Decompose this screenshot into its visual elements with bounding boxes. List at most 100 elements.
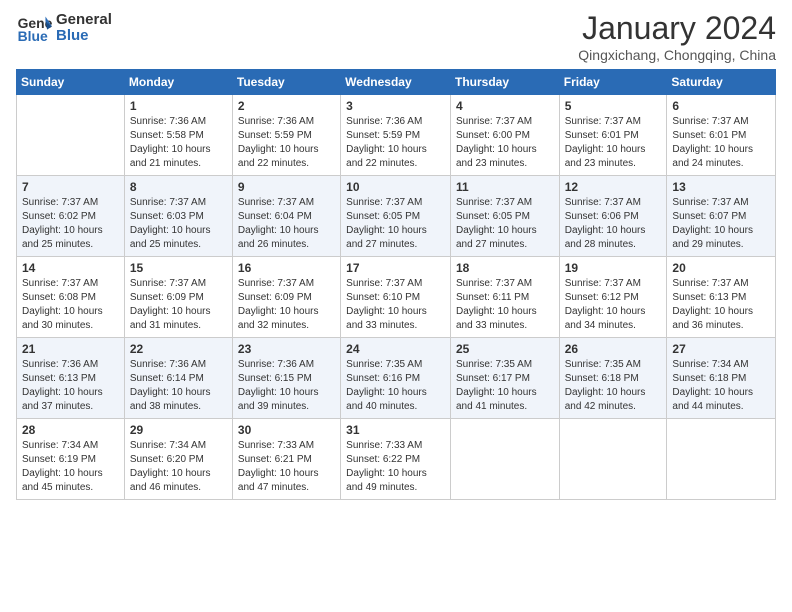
logo-blue: Blue <box>56 28 112 45</box>
svg-text:Blue: Blue <box>18 28 48 44</box>
day-info: Sunrise: 7:37 AMSunset: 6:05 PMDaylight:… <box>456 196 554 252</box>
col-tuesday: Tuesday <box>232 70 340 95</box>
day-number: 9 <box>238 180 335 194</box>
col-monday: Monday <box>124 70 232 95</box>
day-info: Sunrise: 7:36 AMSunset: 6:13 PMDaylight:… <box>22 358 119 414</box>
day-number: 27 <box>672 342 770 356</box>
calendar-cell-w3-d2: 15 Sunrise: 7:37 AMSunset: 6:09 PMDayligh… <box>124 257 232 338</box>
calendar-cell-w1-d5: 4 Sunrise: 7:37 AMSunset: 6:00 PMDaylight… <box>450 95 559 176</box>
calendar-cell-w1-d3: 2 Sunrise: 7:36 AMSunset: 5:59 PMDaylight… <box>232 95 340 176</box>
day-number: 16 <box>238 261 335 275</box>
day-number: 30 <box>238 423 335 437</box>
day-info: Sunrise: 7:35 AMSunset: 6:18 PMDaylight:… <box>565 358 662 414</box>
day-info: Sunrise: 7:34 AMSunset: 6:19 PMDaylight:… <box>22 439 119 495</box>
calendar-cell-w3-d1: 14 Sunrise: 7:37 AMSunset: 6:08 PMDayligh… <box>17 257 125 338</box>
day-number: 25 <box>456 342 554 356</box>
col-sunday: Sunday <box>17 70 125 95</box>
day-info: Sunrise: 7:34 AMSunset: 6:18 PMDaylight:… <box>672 358 770 414</box>
page: General Blue General Blue January 2024 Q… <box>0 0 792 612</box>
calendar-cell-w1-d7: 6Sunrise: 7:37 AMSunset: 6:01 PMDaylight… <box>667 95 776 176</box>
day-info: Sunrise: 7:37 AMSunset: 6:13 PMDaylight:… <box>672 277 770 333</box>
calendar-table: Sunday Monday Tuesday Wednesday Thursday… <box>16 69 776 500</box>
logo-icon: General Blue <box>16 10 52 46</box>
calendar-cell-w2-d7: 13Sunrise: 7:37 AMSunset: 6:07 PMDayligh… <box>667 176 776 257</box>
day-number: 21 <box>22 342 119 356</box>
day-info: Sunrise: 7:33 AMSunset: 6:22 PMDaylight:… <box>346 439 445 495</box>
calendar-header-row: Sunday Monday Tuesday Wednesday Thursday… <box>17 70 776 95</box>
calendar-cell-w4-d5: 25 Sunrise: 7:35 AMSunset: 6:17 PMDayligh… <box>450 338 559 419</box>
day-number: 26 <box>565 342 662 356</box>
calendar-cell-w3-d3: 16 Sunrise: 7:37 AMSunset: 6:09 PMDayligh… <box>232 257 340 338</box>
col-friday: Friday <box>559 70 667 95</box>
calendar-week-4: 21 Sunrise: 7:36 AMSunset: 6:13 PMDayligh… <box>17 338 776 419</box>
calendar-cell-w3-d4: 17 Sunrise: 7:37 AMSunset: 6:10 PMDayligh… <box>341 257 451 338</box>
day-info: Sunrise: 7:37 AMSunset: 6:01 PMDaylight:… <box>565 115 662 171</box>
month-title: January 2024 <box>578 10 776 47</box>
day-info: Sunrise: 7:36 AMSunset: 5:59 PMDaylight:… <box>238 115 335 171</box>
calendar-cell-w3-d6: 19Sunrise: 7:37 AMSunset: 6:12 PMDayligh… <box>559 257 667 338</box>
title-block: January 2024 Qingxichang, Chongqing, Chi… <box>578 10 776 63</box>
calendar-cell-w2-d2: 8 Sunrise: 7:37 AMSunset: 6:03 PMDaylight… <box>124 176 232 257</box>
day-info: Sunrise: 7:34 AMSunset: 6:20 PMDaylight:… <box>130 439 227 495</box>
day-info: Sunrise: 7:37 AMSunset: 6:09 PMDaylight:… <box>238 277 335 333</box>
day-info: Sunrise: 7:37 AMSunset: 6:00 PMDaylight:… <box>456 115 554 171</box>
calendar-week-5: 28 Sunrise: 7:34 AMSunset: 6:19 PMDayligh… <box>17 419 776 500</box>
day-number: 18 <box>456 261 554 275</box>
header: General Blue General Blue January 2024 Q… <box>16 10 776 63</box>
day-info: Sunrise: 7:36 AMSunset: 6:15 PMDaylight:… <box>238 358 335 414</box>
calendar-week-3: 14 Sunrise: 7:37 AMSunset: 6:08 PMDayligh… <box>17 257 776 338</box>
day-number: 14 <box>22 261 119 275</box>
calendar-cell-w4-d1: 21 Sunrise: 7:36 AMSunset: 6:13 PMDayligh… <box>17 338 125 419</box>
day-info: Sunrise: 7:37 AMSunset: 6:10 PMDaylight:… <box>346 277 445 333</box>
day-number: 28 <box>22 423 119 437</box>
calendar-cell-w4-d6: 26 Sunrise: 7:35 AMSunset: 6:18 PMDayligh… <box>559 338 667 419</box>
day-number: 17 <box>346 261 445 275</box>
day-info: Sunrise: 7:37 AMSunset: 6:01 PMDaylight:… <box>672 115 770 171</box>
calendar-cell-w5-d4: 31Sunrise: 7:33 AMSunset: 6:22 PMDayligh… <box>341 419 451 500</box>
calendar-cell-w3-d7: 20Sunrise: 7:37 AMSunset: 6:13 PMDayligh… <box>667 257 776 338</box>
col-thursday: Thursday <box>450 70 559 95</box>
day-info: Sunrise: 7:36 AMSunset: 5:58 PMDaylight:… <box>130 115 227 171</box>
day-number: 5 <box>565 99 662 113</box>
day-info: Sunrise: 7:36 AMSunset: 5:59 PMDaylight:… <box>346 115 445 171</box>
day-info: Sunrise: 7:37 AMSunset: 6:05 PMDaylight:… <box>346 196 445 252</box>
day-info: Sunrise: 7:35 AMSunset: 6:17 PMDaylight:… <box>456 358 554 414</box>
day-number: 4 <box>456 99 554 113</box>
day-number: 24 <box>346 342 445 356</box>
calendar-cell-w1-d1 <box>17 95 125 176</box>
day-info: Sunrise: 7:35 AMSunset: 6:16 PMDaylight:… <box>346 358 445 414</box>
calendar-cell-w4-d2: 22Sunrise: 7:36 AMSunset: 6:14 PMDayligh… <box>124 338 232 419</box>
calendar-cell-w2-d1: 7Sunrise: 7:37 AMSunset: 6:02 PMDaylight… <box>17 176 125 257</box>
calendar-cell-w2-d5: 11Sunrise: 7:37 AMSunset: 6:05 PMDayligh… <box>450 176 559 257</box>
day-info: Sunrise: 7:37 AMSunset: 6:06 PMDaylight:… <box>565 196 662 252</box>
day-number: 19 <box>565 261 662 275</box>
calendar-cell-w5-d7 <box>667 419 776 500</box>
day-info: Sunrise: 7:37 AMSunset: 6:08 PMDaylight:… <box>22 277 119 333</box>
day-info: Sunrise: 7:37 AMSunset: 6:03 PMDaylight:… <box>130 196 227 252</box>
calendar-cell-w5-d5 <box>450 419 559 500</box>
day-info: Sunrise: 7:33 AMSunset: 6:21 PMDaylight:… <box>238 439 335 495</box>
day-number: 3 <box>346 99 445 113</box>
day-info: Sunrise: 7:37 AMSunset: 6:11 PMDaylight:… <box>456 277 554 333</box>
calendar-cell-w5-d1: 28 Sunrise: 7:34 AMSunset: 6:19 PMDayligh… <box>17 419 125 500</box>
day-info: Sunrise: 7:37 AMSunset: 6:09 PMDaylight:… <box>130 277 227 333</box>
day-number: 8 <box>130 180 227 194</box>
logo: General Blue General Blue <box>16 10 112 46</box>
col-wednesday: Wednesday <box>341 70 451 95</box>
day-info: Sunrise: 7:37 AMSunset: 6:04 PMDaylight:… <box>238 196 335 252</box>
calendar-cell-w4-d3: 23 Sunrise: 7:36 AMSunset: 6:15 PMDayligh… <box>232 338 340 419</box>
location: Qingxichang, Chongqing, China <box>578 47 776 63</box>
day-info: Sunrise: 7:37 AMSunset: 6:02 PMDaylight:… <box>22 196 119 252</box>
day-number: 15 <box>130 261 227 275</box>
day-number: 10 <box>346 180 445 194</box>
day-number: 23 <box>238 342 335 356</box>
calendar-cell-w5-d2: 29Sunrise: 7:34 AMSunset: 6:20 PMDayligh… <box>124 419 232 500</box>
calendar-cell-w5-d3: 30 Sunrise: 7:33 AMSunset: 6:21 PMDayligh… <box>232 419 340 500</box>
calendar-cell-w1-d2: 1 Sunrise: 7:36 AMSunset: 5:58 PMDaylight… <box>124 95 232 176</box>
calendar-cell-w4-d4: 24 Sunrise: 7:35 AMSunset: 6:16 PMDayligh… <box>341 338 451 419</box>
calendar-cell-w4-d7: 27 Sunrise: 7:34 AMSunset: 6:18 PMDayligh… <box>667 338 776 419</box>
logo-general: General <box>56 12 112 29</box>
day-number: 2 <box>238 99 335 113</box>
calendar-cell-w2-d6: 12Sunrise: 7:37 AMSunset: 6:06 PMDayligh… <box>559 176 667 257</box>
day-number: 1 <box>130 99 227 113</box>
